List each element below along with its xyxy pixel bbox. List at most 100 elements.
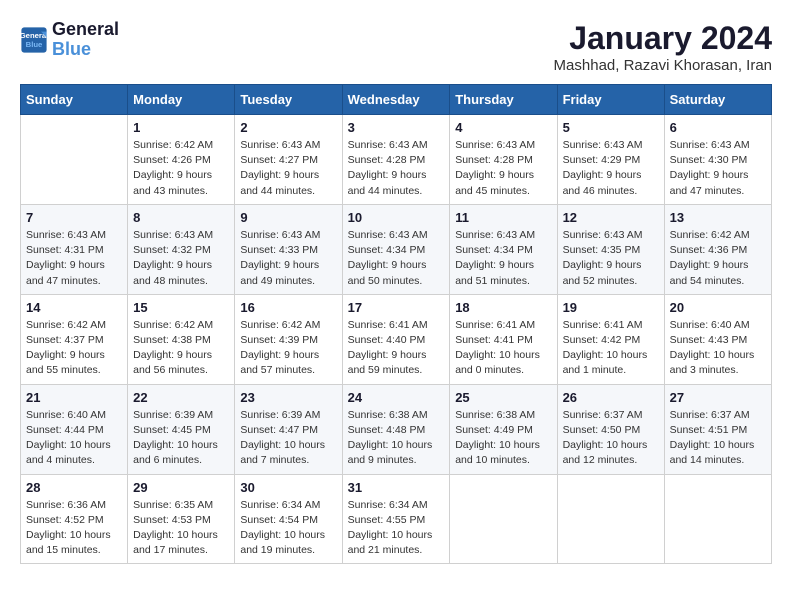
day-detail: Sunrise: 6:42 AMSunset: 4:38 PMDaylight:… (133, 318, 229, 379)
day-number: 16 (240, 300, 336, 315)
calendar-cell: 30Sunrise: 6:34 AMSunset: 4:54 PMDayligh… (235, 474, 342, 564)
day-detail: Sunrise: 6:41 AMSunset: 4:42 PMDaylight:… (563, 318, 659, 379)
day-detail: Sunrise: 6:41 AMSunset: 4:40 PMDaylight:… (348, 318, 445, 379)
day-detail: Sunrise: 6:43 AMSunset: 4:34 PMDaylight:… (348, 228, 445, 289)
calendar-cell: 5Sunrise: 6:43 AMSunset: 4:29 PMDaylight… (557, 115, 664, 205)
day-detail: Sunrise: 6:34 AMSunset: 4:55 PMDaylight:… (348, 498, 445, 559)
weekday-header: Sunday (21, 85, 128, 115)
day-detail: Sunrise: 6:37 AMSunset: 4:50 PMDaylight:… (563, 408, 659, 469)
calendar-cell: 14 Sunrise: 6:42 AMSunset: 4:37 PMDayligh… (21, 294, 128, 384)
day-number: 1 (133, 120, 229, 135)
calendar-cell: 4Sunrise: 6:43 AMSunset: 4:28 PMDaylight… (450, 115, 557, 205)
calendar-cell (557, 474, 664, 564)
day-number: 23 (240, 390, 336, 405)
weekday-header: Thursday (450, 85, 557, 115)
day-detail: Sunrise: 6:42 AMSunset: 4:37 PMDaylight:… (26, 318, 122, 379)
calendar-table: SundayMondayTuesdayWednesdayThursdayFrid… (20, 84, 772, 564)
calendar-cell: 22Sunrise: 6:39 AMSunset: 4:45 PMDayligh… (128, 384, 235, 474)
svg-text:Blue: Blue (26, 40, 43, 49)
day-number: 31 (348, 480, 445, 495)
day-detail: Sunrise: 6:38 AMSunset: 4:49 PMDaylight:… (455, 408, 551, 469)
day-detail: Sunrise: 6:43 AMSunset: 4:32 PMDaylight:… (133, 228, 229, 289)
day-number: 18 (455, 300, 551, 315)
day-number: 21 (26, 390, 122, 405)
day-detail: Sunrise: 6:41 AMSunset: 4:41 PMDaylight:… (455, 318, 551, 379)
day-number: 8 (133, 210, 229, 225)
calendar-cell (664, 474, 771, 564)
day-detail: Sunrise: 6:40 AMSunset: 4:44 PMDaylight:… (26, 408, 122, 469)
calendar-cell: 25 Sunrise: 6:38 AMSunset: 4:49 PMDayligh… (450, 384, 557, 474)
day-detail: Sunrise: 6:37 AMSunset: 4:51 PMDaylight:… (670, 408, 766, 469)
day-number: 3 (348, 120, 445, 135)
weekday-header: Tuesday (235, 85, 342, 115)
day-detail: Sunrise: 6:42 AMSunset: 4:26 PMDaylight:… (133, 138, 229, 199)
weekday-header: Wednesday (342, 85, 450, 115)
day-number: 26 (563, 390, 659, 405)
weekday-header: Friday (557, 85, 664, 115)
calendar-week-row: 7 Sunrise: 6:43 AMSunset: 4:31 PMDaylight… (21, 204, 772, 294)
day-number: 17 (348, 300, 445, 315)
calendar-cell: 13Sunrise: 6:42 AMSunset: 4:36 PMDayligh… (664, 204, 771, 294)
day-detail: Sunrise: 6:43 AMSunset: 4:28 PMDaylight:… (348, 138, 445, 199)
weekday-header: Monday (128, 85, 235, 115)
calendar-cell: 26 Sunrise: 6:37 AMSunset: 4:50 PMDayligh… (557, 384, 664, 474)
calendar-cell: 8 Sunrise: 6:43 AMSunset: 4:32 PMDaylight… (128, 204, 235, 294)
day-detail: Sunrise: 6:36 AMSunset: 4:52 PMDaylight:… (26, 498, 122, 559)
calendar-cell: 15 Sunrise: 6:42 AMSunset: 4:38 PMDayligh… (128, 294, 235, 384)
day-number: 14 (26, 300, 122, 315)
weekday-header: Saturday (664, 85, 771, 115)
day-number: 30 (240, 480, 336, 495)
day-number: 13 (670, 210, 766, 225)
day-number: 2 (240, 120, 336, 135)
calendar-cell: 28 Sunrise: 6:36 AMSunset: 4:52 PMDayligh… (21, 474, 128, 564)
day-detail: Sunrise: 6:43 AMSunset: 4:35 PMDaylight:… (563, 228, 659, 289)
day-detail: Sunrise: 6:43 AMSunset: 4:31 PMDaylight:… (26, 228, 122, 289)
day-detail: Sunrise: 6:38 AMSunset: 4:48 PMDaylight:… (348, 408, 445, 469)
location-title: Mashhad, Razavi Khorasan, Iran (554, 57, 772, 74)
calendar-cell: 19 Sunrise: 6:41 AMSunset: 4:42 PMDayligh… (557, 294, 664, 384)
calendar-week-row: 21 Sunrise: 6:40 AMSunset: 4:44 PMDayligh… (21, 384, 772, 474)
day-detail: Sunrise: 6:40 AMSunset: 4:43 PMDaylight:… (670, 318, 766, 379)
calendar-cell: 18 Sunrise: 6:41 AMSunset: 4:41 PMDayligh… (450, 294, 557, 384)
logo: General Blue GeneralBlue (20, 20, 119, 60)
calendar-cell (21, 115, 128, 205)
day-number: 25 (455, 390, 551, 405)
calendar-cell: 2Sunrise: 6:43 AMSunset: 4:27 PMDaylight… (235, 115, 342, 205)
calendar-week-row: 28 Sunrise: 6:36 AMSunset: 4:52 PMDayligh… (21, 474, 772, 564)
calendar-cell: 17 Sunrise: 6:41 AMSunset: 4:40 PMDayligh… (342, 294, 450, 384)
calendar-cell (450, 474, 557, 564)
calendar-week-row: 14 Sunrise: 6:42 AMSunset: 4:37 PMDayligh… (21, 294, 772, 384)
calendar-cell: 23 Sunrise: 6:39 AMSunset: 4:47 PMDayligh… (235, 384, 342, 474)
day-detail: Sunrise: 6:43 AMSunset: 4:33 PMDaylight:… (240, 228, 336, 289)
day-detail: Sunrise: 6:42 AMSunset: 4:39 PMDaylight:… (240, 318, 336, 379)
day-number: 27 (670, 390, 766, 405)
day-number: 5 (563, 120, 659, 135)
day-detail: Sunrise: 6:43 AMSunset: 4:30 PMDaylight:… (670, 138, 766, 199)
day-number: 9 (240, 210, 336, 225)
title-area: January 2024 Mashhad, Razavi Khorasan, I… (554, 20, 772, 74)
calendar-header: SundayMondayTuesdayWednesdayThursdayFrid… (21, 85, 772, 115)
calendar-cell: 11Sunrise: 6:43 AMSunset: 4:34 PMDayligh… (450, 204, 557, 294)
day-detail: Sunrise: 6:39 AMSunset: 4:45 PMDaylight:… (133, 408, 229, 469)
day-number: 19 (563, 300, 659, 315)
day-number: 20 (670, 300, 766, 315)
logo-icon: General Blue (20, 26, 48, 54)
calendar-cell: 3 Sunrise: 6:43 AMSunset: 4:28 PMDaylight… (342, 115, 450, 205)
month-title: January 2024 (554, 20, 772, 57)
calendar-body: 1 Sunrise: 6:42 AMSunset: 4:26 PMDaylight… (21, 115, 772, 564)
calendar-cell: 1 Sunrise: 6:42 AMSunset: 4:26 PMDaylight… (128, 115, 235, 205)
calendar-cell: 31 Sunrise: 6:34 AMSunset: 4:55 PMDayligh… (342, 474, 450, 564)
calendar-cell: 16 Sunrise: 6:42 AMSunset: 4:39 PMDayligh… (235, 294, 342, 384)
day-number: 15 (133, 300, 229, 315)
day-detail: Sunrise: 6:35 AMSunset: 4:53 PMDaylight:… (133, 498, 229, 559)
calendar-cell: 20 Sunrise: 6:40 AMSunset: 4:43 PMDayligh… (664, 294, 771, 384)
calendar-cell: 7 Sunrise: 6:43 AMSunset: 4:31 PMDaylight… (21, 204, 128, 294)
day-number: 10 (348, 210, 445, 225)
day-detail: Sunrise: 6:39 AMSunset: 4:47 PMDaylight:… (240, 408, 336, 469)
day-number: 28 (26, 480, 122, 495)
calendar-cell: 21 Sunrise: 6:40 AMSunset: 4:44 PMDayligh… (21, 384, 128, 474)
day-number: 7 (26, 210, 122, 225)
day-number: 24 (348, 390, 445, 405)
calendar-cell: 10 Sunrise: 6:43 AMSunset: 4:34 PMDayligh… (342, 204, 450, 294)
calendar-cell: 6Sunrise: 6:43 AMSunset: 4:30 PMDaylight… (664, 115, 771, 205)
